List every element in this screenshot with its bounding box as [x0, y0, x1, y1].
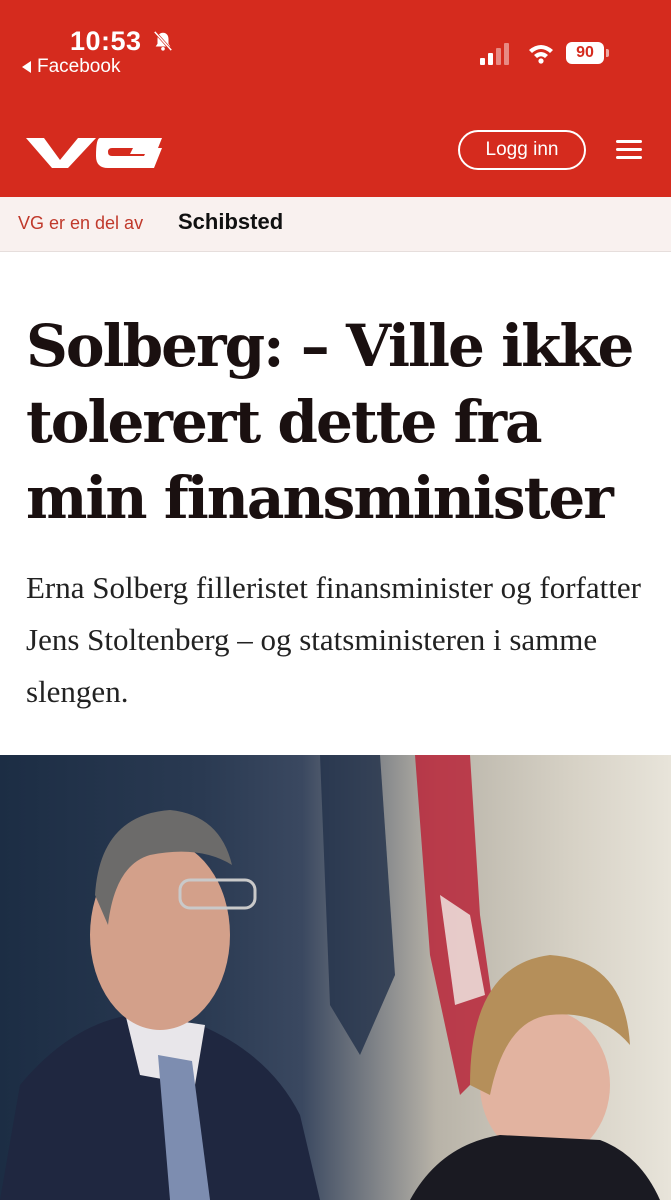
status-bar: 10:53 Facebook 90 [0, 0, 671, 88]
status-time: 10:53 [70, 26, 142, 56]
schibsted-logo[interactable]: Schibsted [178, 209, 283, 235]
vg-logo[interactable] [26, 134, 164, 170]
article-headline[interactable]: Solberg: – Ville ikke tolerert dette fra… [26, 308, 656, 536]
article-lead: Erna Solberg filleristet finansminister … [26, 570, 641, 709]
article-photo[interactable] [0, 755, 671, 1200]
cellular-signal-icon [480, 43, 509, 65]
bell-off-icon [153, 30, 173, 52]
battery-icon: 90 [566, 42, 604, 64]
back-to-app-link[interactable]: Facebook [22, 56, 120, 78]
article-photo-illustration [0, 755, 660, 1200]
login-button[interactable]: Logg inn [458, 130, 586, 170]
battery-tip [606, 49, 609, 57]
back-arrow-icon [22, 61, 31, 73]
publisher-strip: VG er en del av Schibsted [0, 197, 671, 252]
app-header: 10:53 Facebook 90 Logg inn [0, 0, 671, 197]
back-app-label: Facebook [37, 56, 121, 77]
wifi-icon [529, 45, 553, 64]
publisher-text: VG er en del av [18, 213, 144, 233]
menu-icon[interactable] [616, 140, 642, 160]
